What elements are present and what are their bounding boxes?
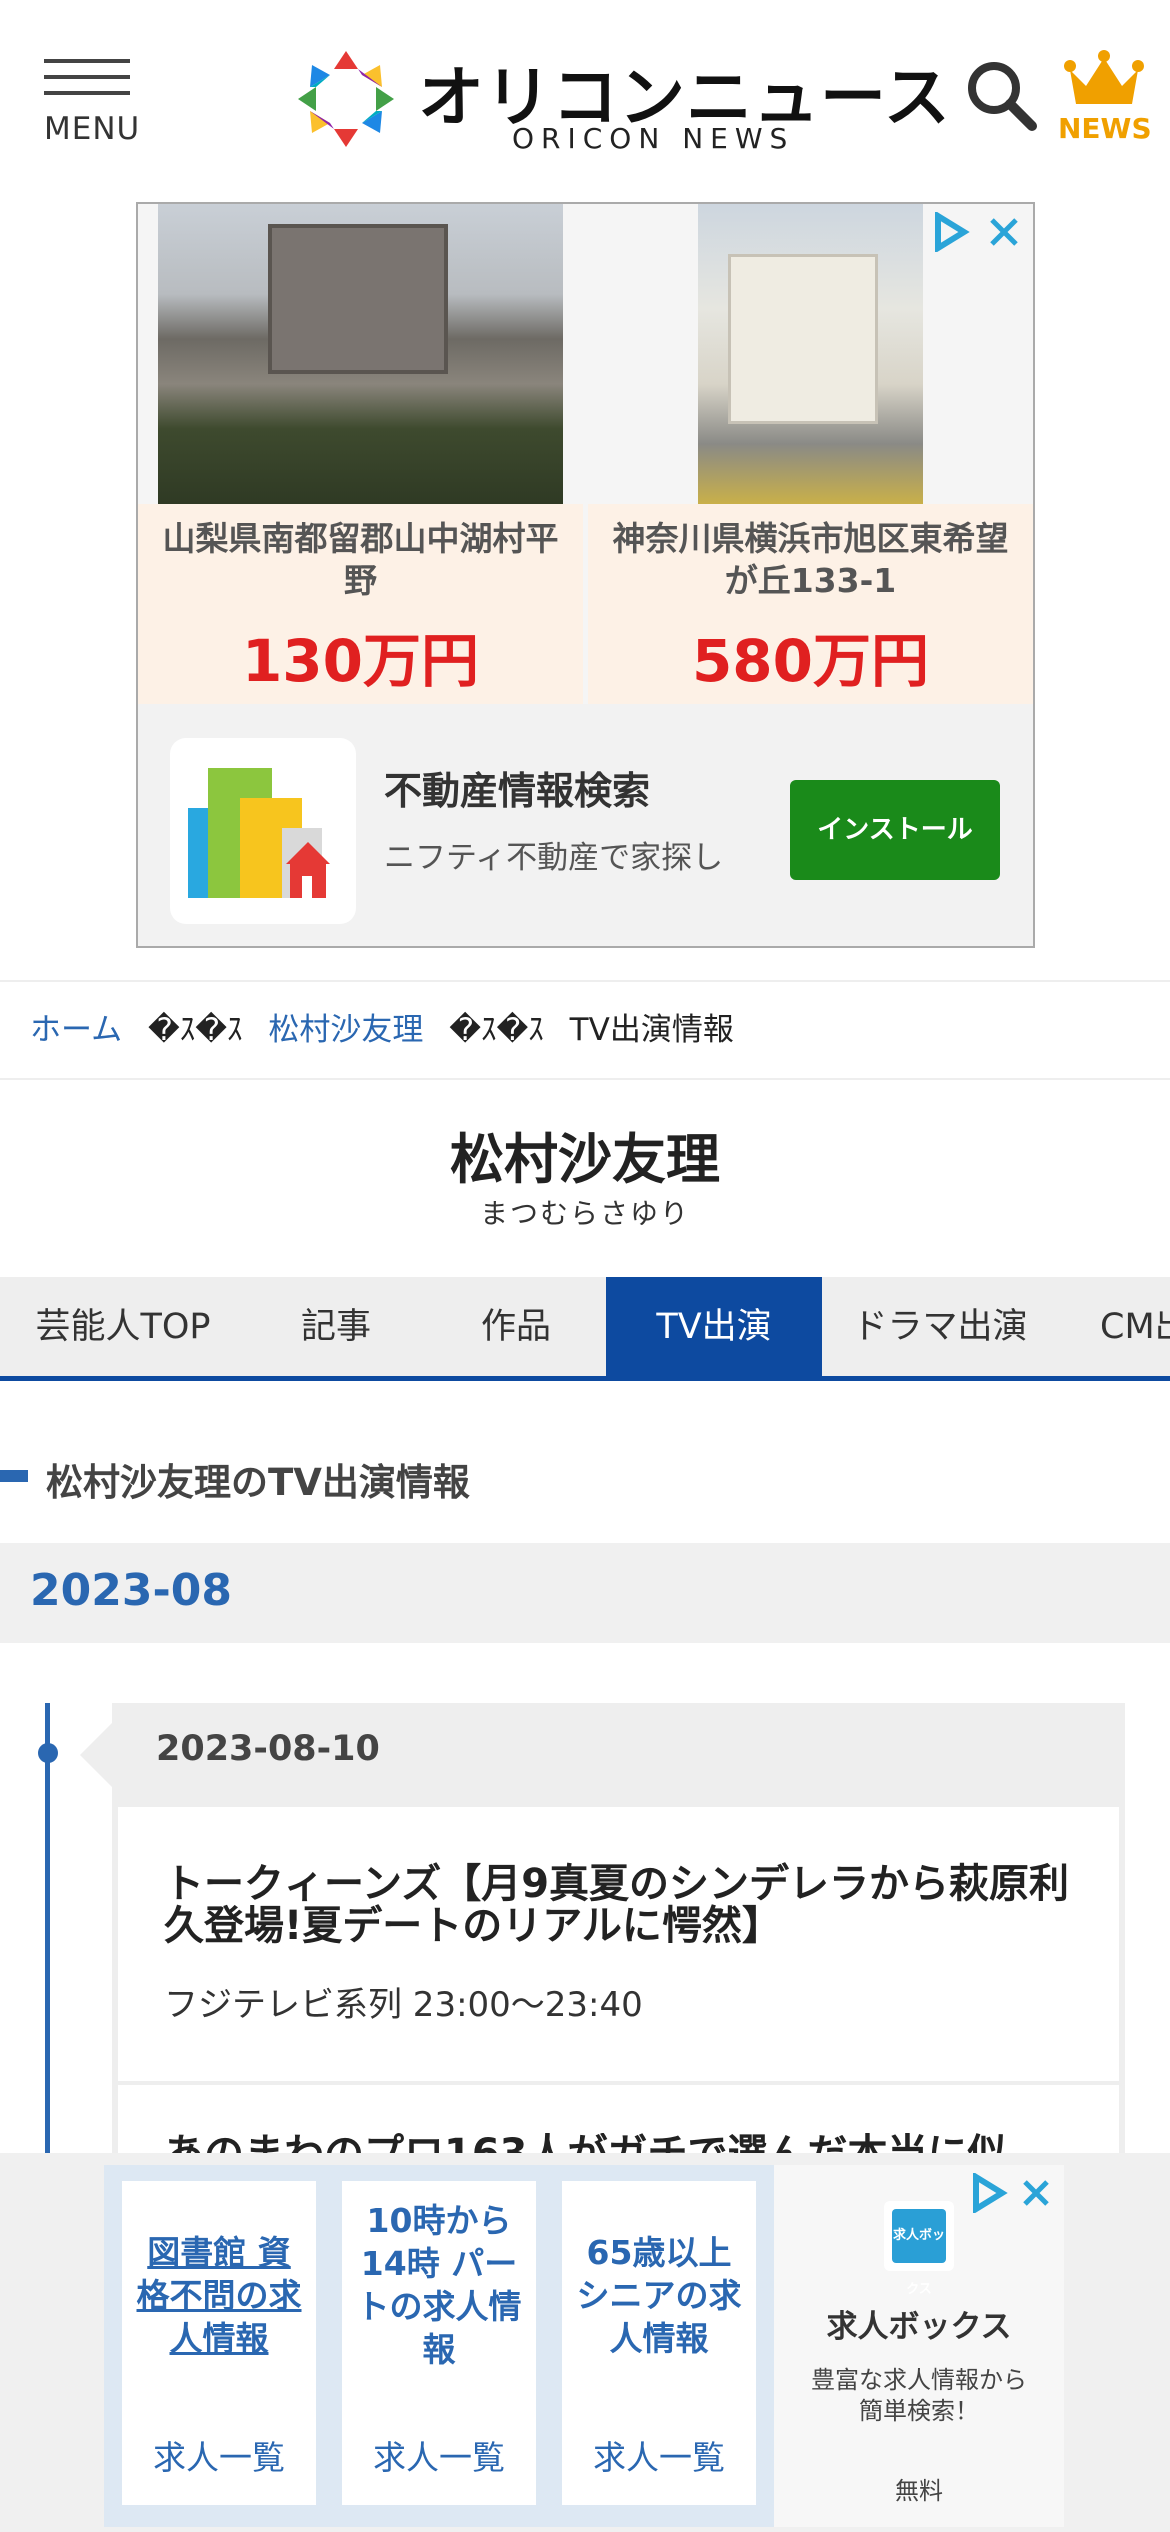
app-promo[interactable]: 不動産情報検索 ニフティ不動産で家探し インストール [138,704,1033,946]
building-shape [268,224,448,374]
listing-price: 130万円 [241,627,480,695]
brand-description: 豊富な求人情報から簡単検索！ [811,2366,1027,2425]
job-ad-link[interactable]: 65歳以上シニアの求人情報 [562,2231,756,2360]
job-ad-cta[interactable]: 求人一覧 [562,2431,756,2479]
job-ad-item[interactable]: 図書館 資格不問の求人情報 求人一覧 [122,2181,316,2505]
logo-subtext: ORICON NEWS [512,122,795,155]
menu-label: MENU [44,111,141,147]
listing-card[interactable]: 神奈川県横浜市旭区東希望が丘133-1 580万円 [588,504,1033,704]
timeline-line [45,1703,50,2163]
listing-place: 山梨県南都留郡山中湖村平野 [162,519,559,600]
job-ad-link[interactable]: 図書館 資格不問の求人情報 [122,2231,316,2360]
section-accent [0,1470,28,1482]
hamburger-icon-bar [44,91,130,95]
job-ad-link[interactable]: 10時から14時 パートの求人情報 [342,2199,536,2371]
tab-cm[interactable]: CM出 [1058,1277,1170,1376]
job-ad-cta[interactable]: 求人一覧 [122,2431,316,2479]
oricon-news-logo[interactable]: オリコンニュース ORICON NEWS [296,44,950,155]
brand-logo: 求人ボックス [884,2201,954,2297]
listing-card[interactable]: 山梨県南都留郡山中湖村平野 130万円 [138,504,583,704]
tab-articles[interactable]: 記事 [246,1277,426,1376]
breadcrumb-separator: �ｽ�ｽ [147,1012,243,1048]
logo-ring-icon [298,51,394,147]
section-heading: 松村沙友理のTV出演情報 [0,1446,1170,1506]
app-description: ニフティ不動産で家探し [384,840,724,876]
listing-photo[interactable] [158,204,563,504]
person-name: 松村沙友理 [450,1128,720,1191]
program-card[interactable]: トークィーンズ【月9真夏のシンデレラから萩原利久登場!夏デートのリアルに愕然】 … [118,1807,1119,2081]
month-header: 2023-08 [0,1543,1170,1643]
tab-works[interactable]: 作品 [426,1277,606,1376]
breadcrumb-current: TV出演情報 [569,1012,734,1048]
search-icon[interactable] [964,58,1038,132]
close-icon[interactable] [986,214,1022,250]
job-ad-banner: 図書館 資格不問の求人情報 求人一覧 10時から14時 パートの求人情報 求人一… [0,2153,1170,2532]
hamburger-icon [44,59,130,63]
date-header: 2023-08-10 [112,1703,1125,1803]
breadcrumb-separator: �ｽ�ｽ [449,1012,544,1048]
section-title: 松村沙友理のTV出演情報 [46,1461,470,1504]
program-title: トークィーンズ【月9真夏のシンデレラから萩原利久登場!夏デートのリアルに愕然】 [164,1861,1070,1949]
program-channel-time: フジテレビ系列 23:00〜23:40 [164,1985,643,2025]
listing-photo[interactable] [698,204,923,504]
job-ad[interactable]: 図書館 資格不問の求人情報 求人一覧 10時から14時 パートの求人情報 求人一… [104,2165,1064,2527]
month-label: 2023-08 [30,1565,232,1616]
app-title: 不動産情報検索 [384,769,651,813]
date-label: 2023-08-10 [156,1729,380,1769]
brand-free-label: 無料 [895,2477,943,2505]
news-label: NEWS [1058,112,1152,145]
install-button[interactable]: インストール [790,780,1000,880]
hamburger-icon-bar [44,75,130,79]
person-kana: まつむらさゆり [479,1197,690,1230]
breadcrumb-person-link[interactable]: 松村沙友理 [268,1012,423,1048]
brand-logo-mark: 求人ボックス [892,2209,946,2297]
tab-top[interactable]: 芸能人TOP [0,1277,246,1376]
breadcrumb-home-link[interactable]: ホーム [30,1012,122,1048]
adchoices-icon[interactable] [968,2173,1008,2213]
tab-drama[interactable]: ドラマ出演 [822,1277,1058,1376]
listing-place: 神奈川県横浜市旭区東希望が丘133-1 [612,519,1009,600]
job-ad-item[interactable]: 10時から14時 パートの求人情報 求人一覧 [342,2181,536,2505]
site-header: MENU オリコンニュース ORICON NEWS NEWS [0,0,1170,195]
news-button[interactable]: NEWS [1058,50,1152,145]
job-ad-brand[interactable]: 求人ボックス 求人ボックス 豊富な求人情報から簡単検索！ 無料 [774,2165,1064,2527]
brand-name: 求人ボックス [826,2309,1012,2345]
menu-button[interactable]: MENU [40,55,140,150]
real-estate-ad[interactable]: 山梨県南都留郡山中湖村平野 130万円 神奈川県横浜市旭区東希望が丘133-1 … [136,202,1035,948]
breadcrumb: ホーム �ｽ�ｽ 松村沙友理 �ｽ�ｽ TV出演情報 [0,980,1170,1080]
listing-price: 580万円 [691,627,930,695]
date-pointer [80,1723,112,1787]
close-icon[interactable] [1020,2177,1052,2209]
job-ad-cta[interactable]: 求人一覧 [342,2431,536,2479]
tab-tv[interactable]: TV出演 [606,1277,822,1376]
app-icon [170,738,356,924]
profile-tabs: 芸能人TOP 記事 作品 TV出演 ドラマ出演 CM出 [0,1277,1170,1381]
crown-icon [1064,50,1144,104]
adchoices-icon[interactable] [930,212,970,252]
job-ad-item[interactable]: 65歳以上シニアの求人情報 求人一覧 [562,2181,756,2505]
timeline-dot [38,1743,58,1763]
building-shape [728,254,878,424]
